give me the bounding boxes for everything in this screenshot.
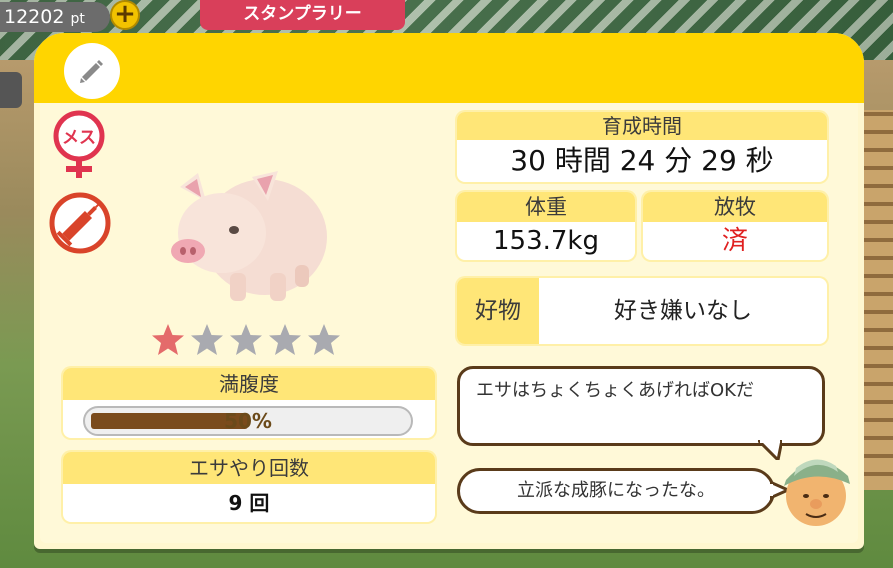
- hunger-label: 満腹度: [63, 368, 435, 400]
- hunger-value: 50%: [224, 409, 272, 433]
- card-header: [34, 33, 864, 103]
- grazing-label: 放牧: [643, 192, 827, 222]
- star-empty-icon: [191, 324, 223, 355]
- edit-button[interactable]: [64, 43, 120, 99]
- female-icon: メス: [53, 110, 105, 178]
- growth-time-value: 30 時間 24 分 29 秒: [510, 144, 774, 177]
- grazing-panel: 放牧 済: [643, 192, 827, 260]
- syringe-icon: [49, 192, 111, 254]
- star-filled-icon: [152, 324, 184, 355]
- speech-bubble-comment: 立派な成豚になったな。: [457, 468, 775, 514]
- pencil-icon: [80, 60, 103, 83]
- star-empty-icon: [308, 324, 340, 355]
- favorite-food-value: 好き嫌いなし: [614, 298, 752, 324]
- growth-time-panel: 育成時間 30 時間 24 分 29 秒: [457, 112, 827, 182]
- star-empty-icon: [269, 324, 301, 355]
- points-display: 12202 pt: [0, 2, 110, 32]
- gender-label: メス: [62, 128, 96, 148]
- hunger-panel: 満腹度 50%: [63, 368, 435, 438]
- feeding-count-panel: エサやり回数 9 回: [63, 452, 435, 522]
- star-rating: [150, 322, 342, 362]
- add-points-button[interactable]: +: [110, 0, 140, 30]
- growth-time-label: 育成時間: [457, 112, 827, 140]
- grazing-value: 済: [721, 226, 748, 256]
- star-empty-icon: [230, 324, 262, 355]
- points-value: 12202: [4, 6, 65, 28]
- points-unit: pt: [70, 11, 85, 27]
- feeding-count-label: エサやり回数: [63, 452, 435, 484]
- weight-value: 153.7kg: [493, 226, 599, 256]
- hunger-bar: 50%: [83, 406, 413, 436]
- favorite-food-panel: 好物 好き嫌いなし: [457, 278, 827, 344]
- favorite-food-label: 好物: [457, 278, 539, 344]
- speech-bubble-hint: エサはちょくちょくあげればOKだ: [457, 366, 825, 446]
- side-menu-tab[interactable]: [0, 72, 22, 108]
- pig-illustration: [171, 171, 327, 301]
- farmer-avatar: [784, 459, 850, 526]
- feeding-count-value: 9 回: [228, 491, 270, 515]
- weight-panel: 体重 153.7kg: [457, 192, 635, 260]
- weight-label: 体重: [457, 192, 635, 222]
- stamp-rally-banner[interactable]: スタンプラリー: [200, 0, 405, 30]
